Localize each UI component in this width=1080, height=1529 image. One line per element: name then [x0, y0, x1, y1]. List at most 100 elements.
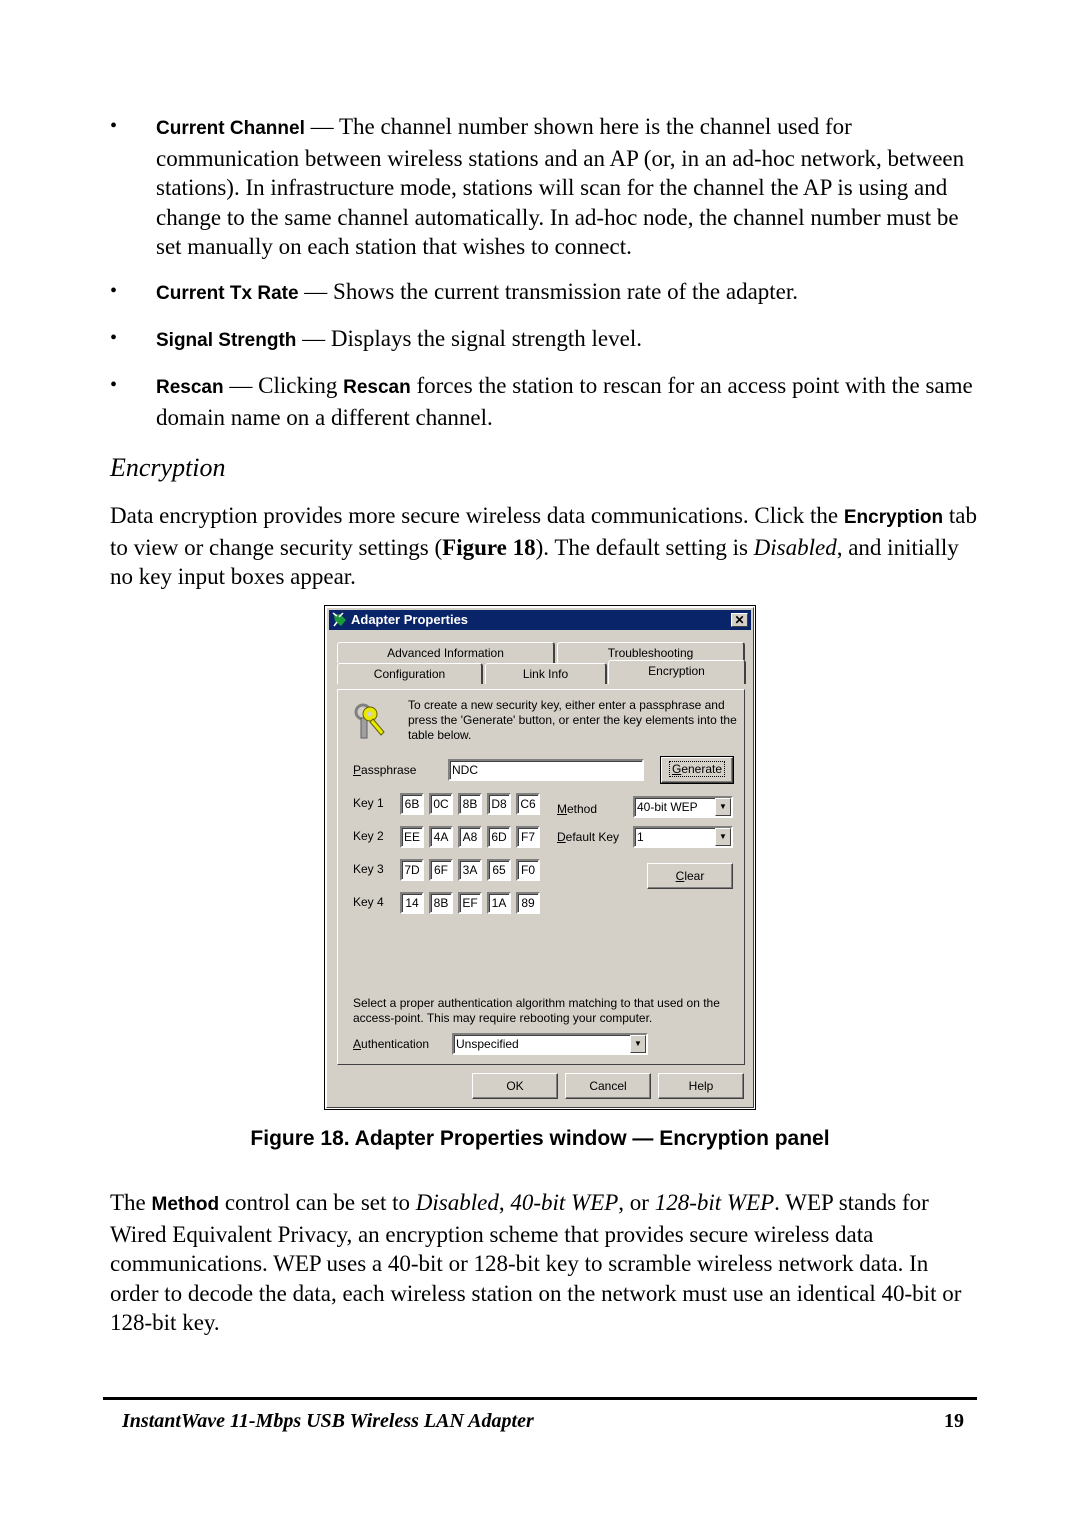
input-value: NDC	[452, 763, 478, 777]
text: InstantWave	[122, 1410, 230, 1432]
passphrase-input[interactable]: NDC	[448, 759, 644, 781]
key-label: Key 2	[353, 829, 384, 843]
button-label: Help	[688, 1079, 714, 1093]
term: Current Channel	[156, 118, 305, 139]
key-byte-input[interactable]: F7	[516, 826, 540, 848]
key-byte-input[interactable]: 4A	[429, 826, 453, 848]
button-label: lear	[684, 869, 705, 883]
figure-ref: Figure 18	[442, 534, 536, 560]
key-byte-input[interactable]: EE	[400, 826, 424, 848]
text: ). The default setting is	[535, 534, 754, 560]
bullet-icon: •	[110, 280, 118, 302]
dropdown-arrow-icon[interactable]: ▼	[715, 798, 731, 816]
bullet-current-tx-rate: • Current Tx Rate — Shows the current tr…	[110, 277, 980, 309]
default-key-label: Default Key	[557, 830, 619, 844]
authentication-label: Authentication	[353, 1037, 429, 1051]
dropdown-arrow-icon[interactable]: ▼	[630, 1035, 646, 1053]
tab-encryption[interactable]: Encryption	[608, 660, 746, 684]
select-value: 1	[637, 830, 644, 844]
cancel-button[interactable]: Cancel	[565, 1073, 651, 1099]
label-text: efault Key	[565, 830, 620, 844]
section-heading: Encryption	[110, 453, 226, 482]
clear-button[interactable]: Clear	[647, 863, 733, 889]
figure-caption: Figure 18. Adapter Properties window — E…	[250, 1127, 830, 1150]
text: control can be set to	[219, 1190, 416, 1215]
key-byte-input[interactable]: C6	[516, 793, 540, 815]
key-byte-input[interactable]: D8	[487, 793, 511, 815]
term: Method	[151, 1194, 220, 1215]
key-byte-input[interactable]: 3A	[458, 859, 482, 881]
authentication-select[interactable]: Unspecified ▼	[452, 1033, 648, 1055]
key-byte-input[interactable]: 8B	[429, 892, 453, 914]
key-byte-input[interactable]: 89	[516, 892, 540, 914]
bullet-text: — Displays the signal strength level.	[296, 326, 642, 351]
ok-button[interactable]: OK	[472, 1073, 558, 1099]
text: Disabled	[415, 1190, 499, 1215]
method-select[interactable]: 40-bit WEP ▼	[633, 796, 733, 818]
term: Encryption	[843, 507, 944, 528]
term: Signal Strength	[156, 330, 297, 351]
bullet-text: — Shows the current transmission rate of…	[298, 279, 799, 304]
close-button[interactable]: ✕	[731, 613, 748, 627]
tab-configuration[interactable]: Configuration	[337, 663, 483, 684]
key-byte-input[interactable]: 14	[400, 892, 424, 914]
key-byte-input[interactable]: 0C	[429, 793, 453, 815]
tab-label: Configuration	[373, 667, 446, 681]
term: Rescan	[156, 377, 224, 398]
key-byte-input[interactable]: 7D	[400, 859, 424, 881]
tab-label: Troubleshooting	[607, 646, 694, 660]
key-label: Key 1	[353, 796, 384, 810]
tab-advanced-information[interactable]: Advanced Information	[337, 642, 555, 663]
bullet-signal-strength: • Signal Strength — Displays the signal …	[110, 324, 980, 356]
page-number: 19	[944, 1410, 964, 1432]
label-text: ethod	[567, 802, 598, 816]
mnemonic: G	[671, 762, 682, 776]
bullet-text: — Clicking	[223, 373, 344, 398]
text: Disabled	[753, 534, 837, 560]
help-button[interactable]: Help	[658, 1073, 744, 1099]
button-label: OK	[506, 1079, 524, 1093]
method-label: Method	[557, 802, 597, 816]
key-byte-input[interactable]: 6D	[487, 826, 511, 848]
instructions-text: To create a new security key, either ent…	[408, 698, 737, 742]
tab-label: Encryption	[648, 664, 705, 678]
dropdown-arrow-icon[interactable]: ▼	[715, 828, 731, 846]
select-value: Unspecified	[456, 1037, 519, 1051]
label-text: uthentication	[361, 1037, 430, 1051]
bullet-rescan: • Rescan — Clicking Rescan forces the st…	[110, 371, 980, 432]
keys-icon	[354, 703, 385, 739]
authentication-note: Select a proper authentication algorithm…	[353, 996, 720, 1025]
bullet-icon: •	[110, 115, 118, 137]
mnemonic: M	[557, 802, 567, 816]
tab-link-info[interactable]: Link Info	[485, 663, 607, 684]
title-bar[interactable]: Adapter Properties ✕	[329, 610, 751, 630]
term: Current Tx Rate	[156, 283, 299, 304]
intro-paragraph: Data encryption provides more secure wir…	[110, 501, 980, 592]
text: 40-bit WEP	[510, 1190, 619, 1215]
select-value: 40-bit WEP	[637, 800, 698, 814]
key-byte-input[interactable]: 6F	[429, 859, 453, 881]
key-byte-input[interactable]: 8B	[458, 793, 482, 815]
key-label: Key 3	[353, 862, 384, 876]
key-byte-input[interactable]: F0	[516, 859, 540, 881]
close-icon: ✕	[734, 613, 745, 627]
key-byte-input[interactable]: 6B	[400, 793, 424, 815]
mnemonic: A	[353, 1037, 362, 1051]
mnemonic: D	[557, 830, 566, 844]
text: The	[110, 1190, 152, 1215]
bullet-icon: •	[110, 327, 118, 349]
key-label: Key 4	[353, 895, 384, 909]
app-icon	[332, 612, 348, 628]
dialog-title: Adapter Properties	[351, 612, 469, 627]
generate-button[interactable]: Generate	[660, 756, 734, 784]
key-byte-input[interactable]: A8	[458, 826, 482, 848]
key-byte-input[interactable]: 65	[487, 859, 511, 881]
footer-title: InstantWave 11-Mbps USB Wireless LAN Ada…	[122, 1410, 534, 1433]
key-byte-input[interactable]: 1A	[487, 892, 511, 914]
key-byte-input[interactable]: EF	[458, 892, 482, 914]
button-label: Cancel	[589, 1079, 627, 1093]
text: Data encryption provides more secure wir…	[110, 503, 844, 528]
default-key-select[interactable]: 1 ▼	[633, 826, 733, 848]
adapter-properties-dialog: Adapter Properties ✕ Advanced Informatio…	[326, 607, 754, 1108]
passphrase-label: Passphrase	[353, 763, 416, 777]
